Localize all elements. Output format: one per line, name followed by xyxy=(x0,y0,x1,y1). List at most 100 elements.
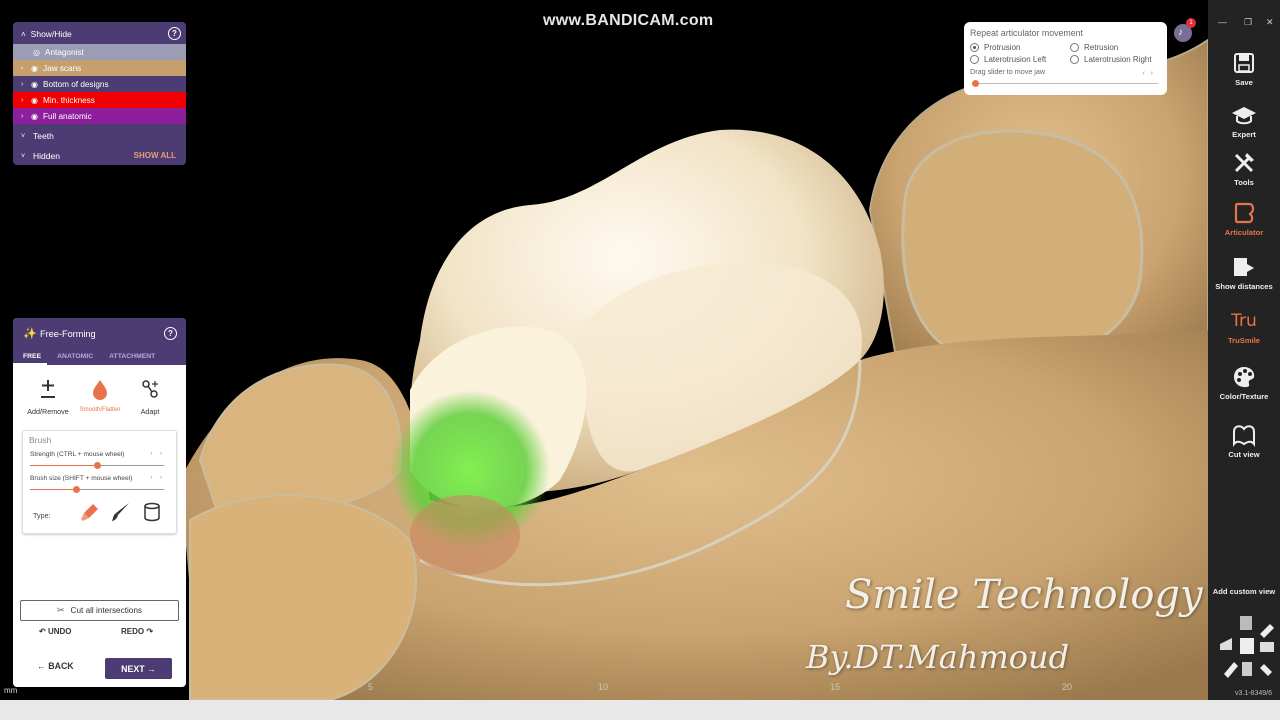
brush-size-fill xyxy=(30,489,77,490)
jaw-slider-track[interactable] xyxy=(972,83,1158,84)
save-label: Save xyxy=(1235,78,1253,87)
next-button[interactable]: NEXT → xyxy=(105,658,172,679)
show-hide-header[interactable]: ˄ Show/Hide ? xyxy=(13,24,186,44)
chevron-right-icon[interactable]: › xyxy=(21,81,31,88)
restore-icon[interactable]: ❐ xyxy=(1244,17,1252,28)
minimize-icon[interactable]: — xyxy=(1218,17,1227,27)
trusmile-icon: Tru xyxy=(1231,311,1257,331)
brush-size-slider[interactable] xyxy=(30,486,164,493)
articulator-button[interactable]: Articulator xyxy=(1208,200,1280,237)
eye-icon[interactable]: ◉ xyxy=(31,64,43,73)
eye-icon[interactable]: ◉ xyxy=(31,112,43,121)
articulator-label: Articulator xyxy=(1224,228,1264,237)
brush-type-flat-icon[interactable] xyxy=(79,501,101,523)
radio-retrusion[interactable]: Retrusion xyxy=(1070,43,1160,52)
redo-button[interactable]: REDO ↷ xyxy=(121,627,153,636)
free-forming-tabs: FREE ANATOMIC ATTACHMENT xyxy=(13,350,161,365)
layer-label: Bottom of designs xyxy=(43,79,109,89)
radio-laterotrusion-right[interactable]: Laterotrusion Right xyxy=(1070,55,1160,64)
close-icon[interactable]: ✕ xyxy=(1266,17,1274,28)
jaw-slider-thumb[interactable] xyxy=(972,80,979,87)
chevron-down-icon: ˅ xyxy=(21,132,26,140)
articulator-panel: Repeat articulator movement Protrusion R… xyxy=(964,22,1167,95)
color-texture-button[interactable]: Color/Texture xyxy=(1208,364,1280,401)
radio-selected-icon[interactable] xyxy=(970,43,979,52)
chevron-down-icon: ˅ xyxy=(21,152,26,160)
tools-button[interactable]: Tools xyxy=(1208,150,1280,187)
undo-button[interactable]: ↶ UNDO xyxy=(39,627,72,636)
adapt-tool[interactable]: Adapt xyxy=(129,378,171,416)
radio-label: Laterotrusion Right xyxy=(1084,55,1152,64)
tool-label: Add/Remove xyxy=(27,407,69,416)
layer-label: Min. thickness xyxy=(43,95,95,105)
radio-icon[interactable] xyxy=(1070,55,1079,64)
smooth-flatten-tool[interactable]: Smooth/Flatten xyxy=(75,378,125,413)
strength-thumb[interactable] xyxy=(93,462,101,469)
tab-attachment[interactable]: ATTACHMENT xyxy=(99,350,161,365)
right-toolbar: — ❐ ✕ Save Expert Tools Articulator Show… xyxy=(1208,0,1280,720)
help-icon[interactable]: ? xyxy=(168,27,181,40)
hidden-section[interactable]: ˅ Hidden SHOW ALL xyxy=(13,146,186,166)
distances-icon xyxy=(1234,258,1254,276)
author-watermark: By.DT.Mahmoud xyxy=(806,638,1070,676)
magic-wand-icon: ✨ xyxy=(23,328,37,340)
cut-view-icon xyxy=(1233,425,1255,447)
radio-label: Retrusion xyxy=(1084,43,1119,52)
notification-badge: 1 xyxy=(1186,18,1196,28)
strength-label: Strength (CTRL + mouse wheel) xyxy=(30,451,125,458)
trusmile-label: TruSmile xyxy=(1227,336,1261,345)
teeth-label: Teeth xyxy=(33,131,54,141)
tab-anatomic[interactable]: ANATOMIC xyxy=(47,350,99,365)
strength-arrows-icon[interactable]: ‹ › xyxy=(150,451,165,457)
trusmile-button[interactable]: Tru TruSmile xyxy=(1208,308,1280,345)
layer-row-full-anatomic[interactable]: › ◉ Full anatomic xyxy=(13,108,186,124)
brush-type-pen-icon[interactable] xyxy=(110,501,132,523)
bandicam-watermark: www.BANDICAM.com xyxy=(543,12,714,29)
tool-label: Adapt xyxy=(140,407,160,416)
eye-off-icon[interactable]: ◎ xyxy=(33,48,45,57)
radio-laterotrusion-left[interactable]: Laterotrusion Left xyxy=(970,55,1070,64)
layer-row-min-thickness[interactable]: › ◉ Min. thickness xyxy=(13,92,186,108)
view-cube-icon[interactable] xyxy=(1216,612,1278,680)
back-button[interactable]: ← BACK xyxy=(37,661,74,671)
layer-row-bottom-of-designs[interactable]: › ◉ Bottom of designs xyxy=(13,76,186,92)
arrow-left-icon: ← xyxy=(37,661,49,671)
brush-type-cylinder-icon[interactable] xyxy=(141,501,163,523)
layer-row-jaw-scans[interactable]: › ◉ Jaw scans xyxy=(13,60,186,76)
arrow-right-icon: → xyxy=(144,663,156,674)
radio-icon[interactable] xyxy=(970,55,979,64)
graduation-cap-icon xyxy=(1232,107,1256,125)
save-button[interactable]: Save xyxy=(1208,50,1280,87)
layer-label: Full anatomic xyxy=(43,111,92,121)
slider-arrows-icon[interactable]: ‹ › xyxy=(1142,70,1155,77)
help-icon[interactable]: ? xyxy=(164,327,177,340)
ruler-tick: 5 xyxy=(368,682,374,692)
tools-icon xyxy=(1234,153,1254,173)
cut-all-intersections-button[interactable]: ✂ Cut all intersections xyxy=(20,600,179,621)
brush-settings: Brush Strength (CTRL + mouse wheel) ‹ › … xyxy=(22,430,177,534)
redo-icon: ↷ xyxy=(144,627,154,636)
tool-label: Smooth/Flatten xyxy=(79,407,121,413)
brush-size-thumb[interactable] xyxy=(73,486,81,493)
chevron-right-icon[interactable]: › xyxy=(21,97,31,104)
chevron-right-icon[interactable]: › xyxy=(21,65,31,72)
undo-label: UNDO xyxy=(47,627,72,636)
show-all-button[interactable]: SHOW ALL xyxy=(134,151,176,160)
tab-free[interactable]: FREE xyxy=(13,350,48,365)
add-custom-view-button[interactable]: Add custom view xyxy=(1208,587,1280,596)
eye-icon[interactable]: ◉ xyxy=(31,80,43,89)
layer-row-antagonist[interactable]: ◎ Antagonist xyxy=(13,44,186,60)
radio-protrusion[interactable]: Protrusion xyxy=(970,43,1070,52)
expert-button[interactable]: Expert xyxy=(1208,102,1280,139)
strength-slider[interactable] xyxy=(30,462,164,469)
chevron-right-icon[interactable]: › xyxy=(21,113,31,120)
show-distances-label: Show distances xyxy=(1215,282,1273,291)
add-remove-tool[interactable]: Add/Remove xyxy=(25,378,71,416)
show-distances-button[interactable]: Show distances xyxy=(1208,254,1280,291)
teeth-section[interactable]: ˅ Teeth xyxy=(13,126,186,146)
cut-view-button[interactable]: Cut view xyxy=(1208,422,1280,459)
drag-slider-label: Drag slider to move jaw xyxy=(970,67,1046,76)
brush-size-arrows-icon[interactable]: ‹ › xyxy=(150,475,165,481)
radio-icon[interactable] xyxy=(1070,43,1079,52)
eye-icon[interactable]: ◉ xyxy=(31,96,43,105)
